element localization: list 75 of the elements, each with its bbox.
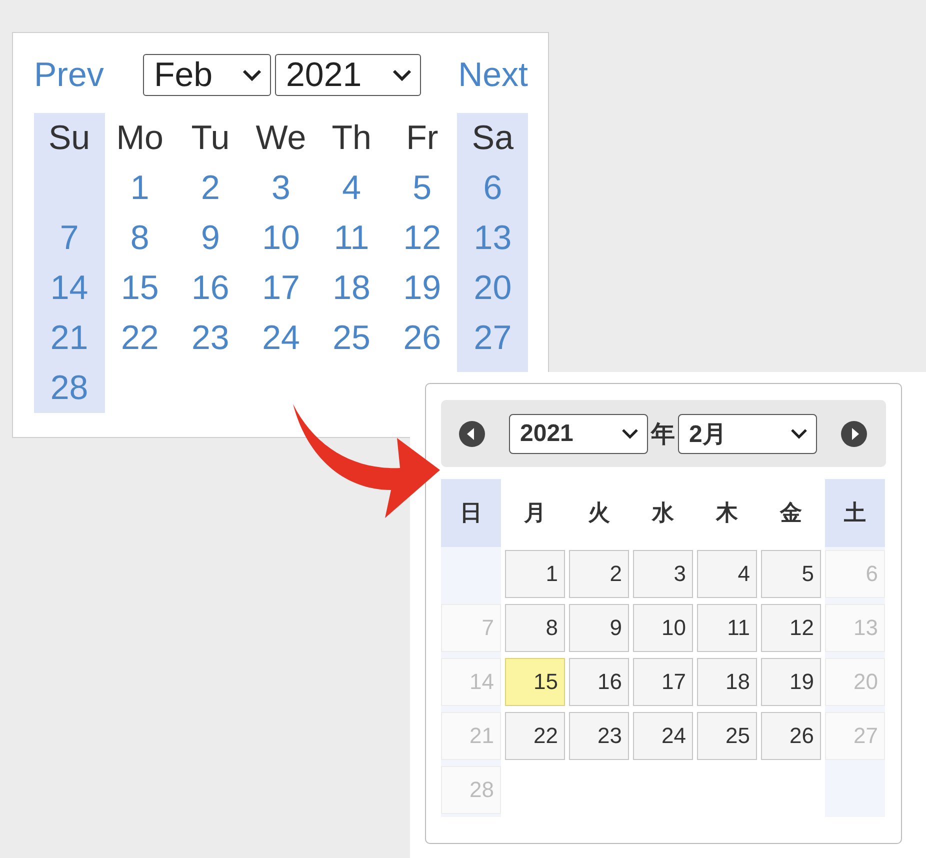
day-link[interactable]: 24 bbox=[262, 318, 300, 358]
weekday-header: 金 bbox=[778, 499, 803, 527]
day-link[interactable]: 1 bbox=[130, 168, 150, 208]
weekday-label: Fr bbox=[406, 118, 438, 158]
chevron-icon bbox=[621, 428, 639, 439]
day-link[interactable]: 27 bbox=[474, 318, 512, 358]
day-link[interactable]: 19 bbox=[403, 268, 442, 308]
day-link[interactable]: 22 bbox=[120, 318, 159, 358]
weekday-header: 水 bbox=[650, 499, 675, 527]
weekday-header: 月 bbox=[523, 499, 547, 527]
weekday-label: We bbox=[256, 118, 306, 158]
prev-button[interactable] bbox=[459, 420, 485, 446]
year-select[interactable]: 2021 bbox=[509, 414, 648, 454]
weekday-header: 火 bbox=[587, 499, 611, 527]
weekday-label: Th bbox=[332, 118, 372, 158]
day-cell[interactable]: 5 bbox=[761, 550, 821, 598]
month-select[interactable]: Feb bbox=[143, 54, 271, 96]
day-link[interactable]: 14 bbox=[50, 268, 88, 308]
day-cell[interactable]: 26 bbox=[761, 712, 821, 760]
day-cell[interactable]: 12 bbox=[761, 604, 821, 652]
day-link[interactable]: 3 bbox=[272, 168, 290, 208]
next-button[interactable] bbox=[841, 420, 867, 446]
day-link[interactable]: 10 bbox=[262, 218, 300, 258]
weekday-label: Su bbox=[48, 118, 90, 158]
day-cell[interactable]: 3 bbox=[633, 550, 693, 598]
day-cell[interactable]: 18 bbox=[697, 658, 757, 706]
chevron-icon bbox=[790, 428, 808, 439]
day-cell[interactable]: 4 bbox=[697, 550, 757, 598]
next-link[interactable]: Next bbox=[458, 56, 528, 94]
month-select[interactable]: 2月 bbox=[678, 414, 817, 454]
weekday-header: 日 bbox=[441, 479, 501, 547]
weekday-label: Mo bbox=[116, 118, 164, 158]
day-link[interactable]: 8 bbox=[130, 218, 150, 258]
day-link[interactable]: 20 bbox=[474, 268, 512, 308]
day-cell[interactable]: 15 bbox=[505, 658, 565, 706]
day-link[interactable]: 9 bbox=[200, 218, 220, 258]
prev-link[interactable]: Prev bbox=[34, 56, 104, 94]
day-link[interactable]: 5 bbox=[412, 168, 432, 208]
day-cell[interactable]: 2 bbox=[569, 550, 629, 598]
day-cell[interactable]: 8 bbox=[505, 604, 565, 652]
day-cell[interactable]: 16 bbox=[569, 658, 629, 706]
day-link[interactable]: 17 bbox=[262, 268, 300, 308]
weekday-label: Tu bbox=[191, 118, 230, 158]
day-cell[interactable]: 22 bbox=[505, 712, 565, 760]
day-link[interactable]: 4 bbox=[342, 168, 362, 208]
day-cell[interactable]: 1 bbox=[505, 550, 565, 598]
weekday-header: 土 bbox=[825, 479, 885, 547]
year-select[interactable]: 2021 bbox=[275, 54, 421, 96]
day-link[interactable]: 26 bbox=[403, 318, 442, 358]
chevron-icon bbox=[242, 69, 262, 81]
day-cell[interactable]: 9 bbox=[569, 604, 629, 652]
day-link[interactable]: 12 bbox=[403, 218, 442, 258]
day-cell[interactable]: 24 bbox=[633, 712, 693, 760]
day-link[interactable]: 21 bbox=[50, 318, 88, 358]
chevron-icon bbox=[392, 69, 412, 81]
day-link[interactable]: 25 bbox=[332, 318, 370, 358]
day-cell[interactable]: 19 bbox=[761, 658, 821, 706]
day-link[interactable]: 16 bbox=[192, 268, 230, 308]
day-cell[interactable]: 10 bbox=[633, 604, 693, 652]
day-link[interactable]: 15 bbox=[120, 268, 159, 308]
day-link[interactable]: 2 bbox=[200, 168, 220, 208]
day-link[interactable]: 28 bbox=[50, 368, 88, 408]
day-link[interactable]: 13 bbox=[474, 218, 512, 258]
year-label: 年 bbox=[650, 420, 676, 450]
day-link[interactable]: 18 bbox=[332, 268, 370, 308]
day-cell[interactable]: 25 bbox=[697, 712, 757, 760]
weekday-header: 木 bbox=[714, 499, 739, 527]
day-cell[interactable]: 23 bbox=[569, 712, 629, 760]
day-link[interactable]: 11 bbox=[334, 218, 370, 258]
day-cell[interactable]: 11 bbox=[697, 604, 757, 652]
day-link[interactable]: 6 bbox=[483, 168, 502, 208]
weekday-label: Sa bbox=[472, 118, 514, 158]
day-cell[interactable]: 17 bbox=[633, 658, 693, 706]
day-link[interactable]: 23 bbox=[192, 318, 230, 358]
day-link[interactable]: 7 bbox=[60, 218, 79, 258]
